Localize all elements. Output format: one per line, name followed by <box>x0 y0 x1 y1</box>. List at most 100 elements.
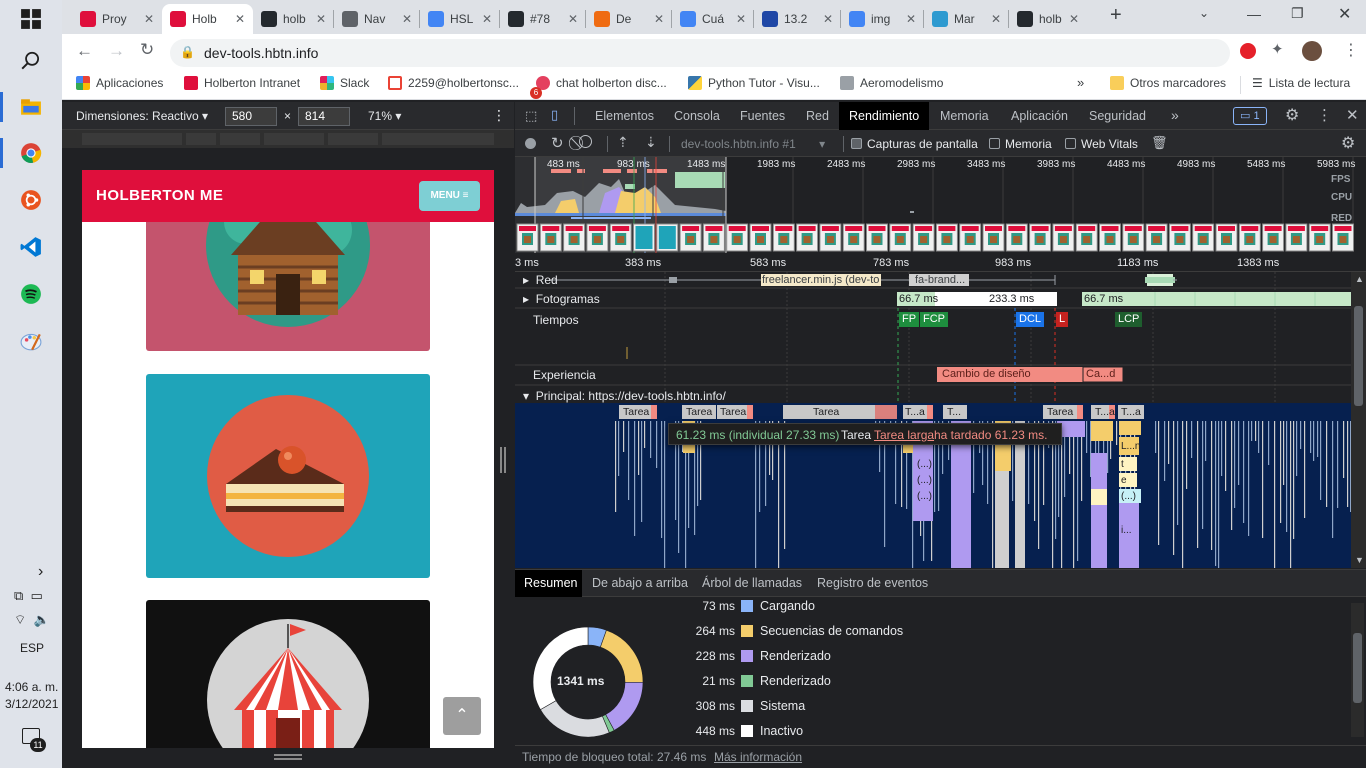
flame-function-label[interactable]: (...) <box>917 491 932 502</box>
flame-task-label[interactable]: Tarea <box>1047 406 1073 418</box>
bookmark-chat[interactable]: chat holberton disc... <box>536 76 667 90</box>
devtools-tab[interactable]: Fuentes <box>740 109 785 123</box>
tab-close-icon[interactable]: ✕ <box>482 12 492 26</box>
scroll-down-icon[interactable]: ▼ <box>1355 555 1364 565</box>
devtools-settings-icon[interactable]: ⚙ <box>1285 105 1299 125</box>
performance-overview[interactable]: FPS CPU RED 483 ms 983 ms 1483 ms 1983 ms 24… <box>515 157 1366 253</box>
flame-task-label[interactable]: Tarea <box>686 406 712 418</box>
tab-close-icon[interactable]: ✕ <box>144 12 154 26</box>
flame-function-label[interactable]: (...) <box>1121 491 1136 502</box>
network-request-fa-brand[interactable]: fa-brand... <box>915 274 965 286</box>
tab-search-chevron-icon[interactable]: ⌄ <box>1199 6 1209 20</box>
tab-close-icon[interactable]: ✕ <box>1069 12 1079 26</box>
device-more-icon[interactable]: ⋮ <box>492 107 506 124</box>
timing-lcp[interactable]: LCP <box>1115 312 1143 327</box>
chrome-menu-icon[interactable]: ⋮ <box>1343 40 1359 60</box>
scroll-up-icon[interactable]: ▲ <box>1355 274 1364 284</box>
layout-shift-event[interactable]: Ca...d <box>1086 368 1115 380</box>
split-resize-handle-icon[interactable] <box>500 447 506 473</box>
download-profile-icon[interactable]: ⇣ <box>645 134 657 151</box>
browser-tab[interactable]: Nav ✕ <box>334 4 420 34</box>
devtools-tab[interactable]: Rendimiento <box>849 109 919 123</box>
details-tab[interactable]: De abajo a arriba <box>592 576 688 590</box>
paint-icon[interactable] <box>14 324 48 358</box>
ubuntu-icon[interactable] <box>14 183 48 217</box>
forward-icon[interactable]: → <box>108 41 125 61</box>
profile-avatar[interactable] <box>1302 41 1322 61</box>
tab-close-icon[interactable]: ✕ <box>991 12 1001 26</box>
tooltip-long-task-link[interactable]: Tarea larga <box>874 428 934 442</box>
timing-fcp[interactable]: FCP <box>920 312 948 327</box>
tab-close-icon[interactable]: ✕ <box>568 12 578 26</box>
tab-close-icon[interactable]: ✕ <box>823 12 833 26</box>
recording-select[interactable]: dev-tools.hbtn.info #1 ▾ <box>681 137 825 151</box>
scrollbar-thumb[interactable] <box>1354 306 1363 406</box>
device-width-input[interactable]: 580 <box>225 107 277 126</box>
devtools-tab[interactable]: Aplicación <box>1011 109 1068 123</box>
flame-task-label[interactable]: T...a <box>1121 406 1141 418</box>
record-button[interactable] <box>525 138 536 149</box>
summary-scrollbar[interactable] <box>1351 603 1364 737</box>
file-explorer-icon[interactable] <box>14 90 48 124</box>
devtools-tab[interactable]: Consola <box>674 109 720 123</box>
browser-tab[interactable]: 13.2 ✕ <box>754 4 841 34</box>
language-indicator[interactable]: ESP <box>20 641 44 655</box>
tab-close-icon[interactable]: ✕ <box>736 12 746 26</box>
learn-more-link[interactable]: Más información <box>714 750 802 764</box>
trash-icon[interactable]: 🗑 <box>1151 135 1168 151</box>
browser-tab[interactable]: Holb ✕ <box>162 4 253 34</box>
browser-tab[interactable]: holb ✕ <box>1009 4 1087 34</box>
more-bookmarks-chevron-icon[interactable]: » <box>1077 75 1084 90</box>
inspect-element-icon[interactable]: ⬚ <box>525 108 537 124</box>
web-vitals-checkbox[interactable]: Web Vitals <box>1065 137 1138 151</box>
screenshots-checkbox[interactable]: Capturas de pantalla <box>851 137 978 151</box>
upload-profile-icon[interactable]: ⇡ <box>617 134 629 151</box>
browser-tab[interactable]: Mar ✕ <box>924 4 1009 34</box>
browser-tab[interactable]: HSL ✕ <box>420 4 500 34</box>
chevron-right-icon[interactable]: › <box>38 563 43 581</box>
extensions-puzzle-icon[interactable]: ✦ <box>1271 40 1284 58</box>
bookmark-gmail[interactable]: 2259@holbertonsc... <box>388 76 519 90</box>
devtools-tab[interactable]: Memoria <box>940 109 989 123</box>
lock-icon[interactable]: 🔒 <box>180 45 195 59</box>
other-bookmarks[interactable]: Otros marcadores <box>1110 76 1226 90</box>
timing-l[interactable]: L <box>1056 312 1069 327</box>
flame-task-label[interactable]: Tarea <box>813 406 839 418</box>
clock-date[interactable]: 3/12/2021 <box>5 697 58 711</box>
browser-tab[interactable]: holb ✕ <box>253 4 334 34</box>
restore-button[interactable]: ❐ <box>1291 5 1304 22</box>
clock-time[interactable]: 4:06 a. m. <box>5 680 58 694</box>
more-tabs-chevron-icon[interactable]: » <box>1171 107 1179 123</box>
devtools-tab[interactable]: Elementos <box>595 109 654 123</box>
main-thread-track-label[interactable]: ▾ Principal: https://dev-tools.hbtn.info… <box>523 389 726 403</box>
browser-tab[interactable]: img ✕ <box>841 4 924 34</box>
device-mode-icon[interactable]: ▯ <box>551 107 558 123</box>
bookmark-apps[interactable]: Aplicaciones <box>76 76 163 90</box>
close-window-button[interactable]: ✕ <box>1338 4 1351 24</box>
bookmark-aeromodelismo[interactable]: Aeromodelismo <box>840 76 943 90</box>
flame-function-label[interactable]: L...n <box>1121 441 1140 452</box>
address-bar[interactable]: 🔒 dev-tools.hbtn.info <box>170 39 1230 67</box>
details-tab[interactable]: Árbol de llamadas <box>702 576 802 590</box>
extension-adblock-icon[interactable] <box>1240 43 1256 59</box>
site-brand[interactable]: HOLBERTON ME <box>96 187 223 204</box>
flame-function-label[interactable]: t <box>1121 459 1124 470</box>
bookmark-holberton-intranet[interactable]: Holberton Intranet <box>184 76 300 90</box>
new-tab-button[interactable]: + <box>1110 4 1122 27</box>
minimize-button[interactable]: — <box>1247 6 1261 22</box>
flame-task-label[interactable]: T... <box>947 406 961 418</box>
vscode-icon[interactable] <box>14 230 48 264</box>
reload-profile-icon[interactable]: ↻ <box>551 134 564 152</box>
flame-function-label[interactable]: i... <box>1121 525 1132 536</box>
main-thread-flame-chart[interactable]: Tarea Tarea Tarea Tarea T...a T... Tarea T...a T… <box>515 403 1351 568</box>
memory-checkbox[interactable]: Memoria <box>989 137 1052 151</box>
flame-function-label[interactable]: (...) <box>917 475 932 486</box>
frame-duration[interactable]: 66.7 ms <box>1084 293 1123 305</box>
tab-close-icon[interactable]: ✕ <box>654 12 664 26</box>
tray-icons-row2[interactable]: ⌔ 🔈 <box>14 612 50 628</box>
dimensions-select[interactable]: Dimensiones: Reactivo ▾ <box>76 109 208 123</box>
portfolio-card-cake[interactable] <box>146 374 430 578</box>
tracks-scrollbar[interactable]: ▲ ▼ <box>1351 272 1366 568</box>
tab-close-icon[interactable]: ✕ <box>316 12 326 26</box>
layout-shift-event[interactable]: Cambio de diseño <box>942 368 1031 380</box>
